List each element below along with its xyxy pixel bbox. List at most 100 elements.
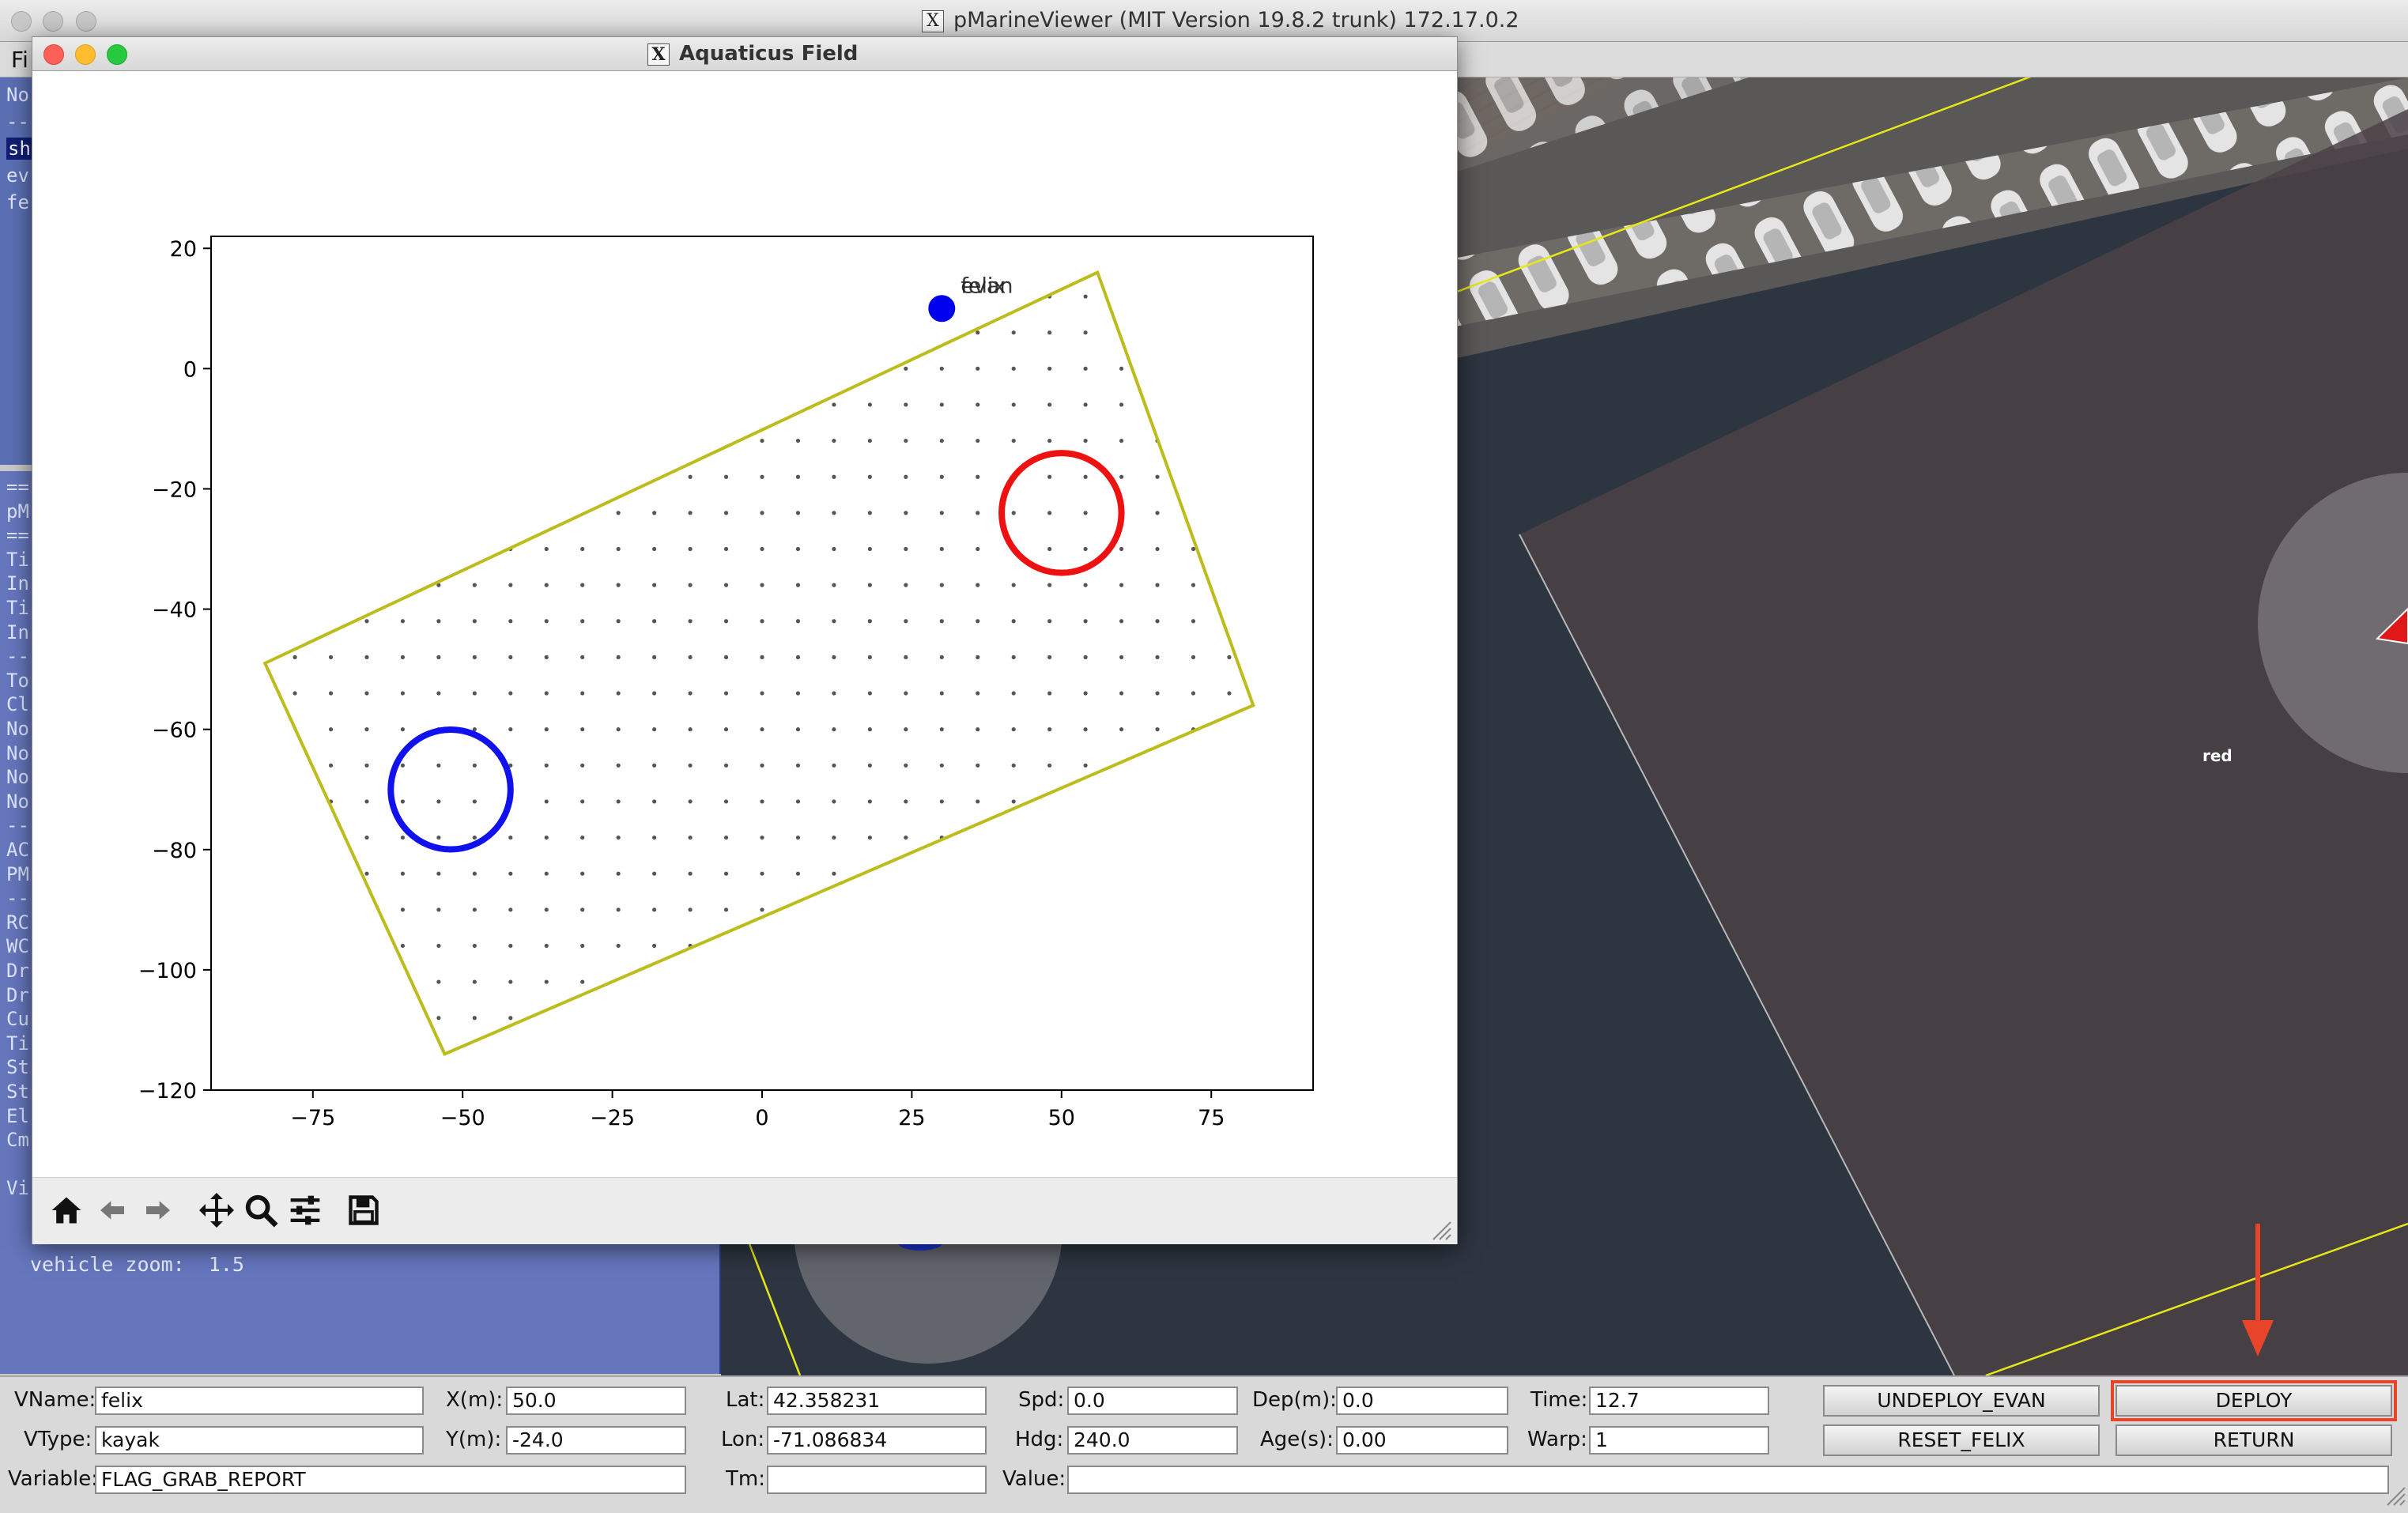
dep-field[interactable]: 0.0 — [1336, 1387, 1508, 1415]
lat-field[interactable]: 42.358231 — [767, 1387, 987, 1415]
x-tick-label: 50 — [1048, 1106, 1075, 1130]
grid-dot — [760, 799, 764, 804]
left-top-line[interactable]: No — [6, 84, 29, 106]
grid-dot — [1047, 655, 1052, 659]
grid-dot — [580, 655, 585, 659]
aquaticus-zoom-button[interactable] — [107, 44, 127, 65]
hdg-label: Hdg: — [1015, 1428, 1064, 1451]
hdg-field[interactable]: 240.0 — [1067, 1426, 1238, 1455]
window-resize-grip-icon[interactable] — [1432, 1221, 1452, 1241]
vtype-field[interactable]: kayak — [95, 1426, 424, 1455]
grid-dot — [1119, 474, 1124, 479]
zoom-icon[interactable] — [240, 1189, 282, 1232]
grid-dot — [1083, 583, 1088, 587]
grid-dot — [616, 511, 621, 515]
grid-dot — [544, 655, 549, 659]
grid-dot — [580, 619, 585, 624]
aquaticus-field-plot[interactable]: −75 −50 −25 0 25 50 75200−20−40−60−80−100−120f… — [32, 70, 1457, 1177]
save-icon[interactable] — [342, 1189, 385, 1232]
grid-dot — [400, 655, 406, 659]
grid-dot — [580, 943, 585, 949]
grid-dot — [867, 438, 872, 443]
grid-dot — [723, 799, 729, 804]
grid-dot — [580, 727, 585, 732]
lon-field[interactable]: -71.086834 — [767, 1426, 987, 1455]
close-window-button[interactable] — [11, 11, 32, 32]
grid-dot — [760, 907, 764, 912]
reset-felix-button[interactable]: RESET_FELIX — [1823, 1424, 2100, 1456]
grid-dot — [472, 943, 477, 949]
zoom-window-button[interactable] — [76, 11, 96, 32]
configure-icon[interactable] — [284, 1189, 326, 1232]
forward-arrow-icon[interactable] — [137, 1189, 179, 1232]
aquaticus-close-button[interactable] — [43, 44, 64, 65]
grid-dot — [508, 583, 513, 587]
grid-dot — [616, 727, 621, 732]
home-icon[interactable] — [45, 1189, 88, 1232]
grid-dot — [616, 835, 621, 840]
pan-icon[interactable] — [195, 1189, 238, 1232]
grid-dot — [508, 727, 513, 732]
grid-dot — [1083, 366, 1088, 371]
grid-dot — [723, 619, 729, 624]
y-tick-label: 0 — [183, 357, 197, 382]
value-field[interactable] — [1067, 1466, 2389, 1494]
x-field[interactable]: 50.0 — [506, 1387, 686, 1415]
aquaticus-minimize-button[interactable] — [75, 44, 96, 65]
aquaticus-field-window: X Aquaticus Field −75 −50 −25 0 25 50 75 20 0 −20 −… — [32, 36, 1458, 1244]
grid-dot — [1155, 474, 1160, 479]
grid-dot — [832, 583, 836, 587]
grid-dot — [939, 727, 944, 732]
tm-field[interactable] — [767, 1466, 987, 1494]
grid-dot — [436, 871, 441, 876]
time-field[interactable]: 12.7 — [1589, 1387, 1769, 1415]
grid-dot — [1083, 655, 1088, 659]
grid-dot — [544, 979, 549, 984]
grid-dot — [652, 871, 657, 876]
back-arrow-icon[interactable] — [91, 1189, 134, 1232]
vname-field[interactable]: felix — [95, 1387, 424, 1415]
grid-dot — [1011, 438, 1016, 443]
grid-dot — [544, 727, 549, 732]
left-bottom-line: No — [6, 718, 29, 740]
red-team-label: red — [2202, 746, 2232, 765]
main-resize-grip-icon[interactable] — [2386, 1486, 2406, 1507]
grid-dot — [436, 763, 441, 768]
grid-dot — [760, 511, 764, 515]
warp-field[interactable]: 1 — [1589, 1426, 1769, 1455]
left-top-line[interactable]: fe — [6, 191, 29, 213]
grid-dot — [976, 474, 980, 479]
deploy-button[interactable]: DEPLOY — [2111, 1380, 2397, 1421]
left-bottom-line: Dr — [6, 960, 29, 982]
grid-dot — [1011, 799, 1016, 804]
grid-dot — [1191, 655, 1196, 659]
x-tick-label: 0 — [755, 1106, 768, 1130]
grid-dot — [1011, 402, 1016, 407]
minimize-window-button[interactable] — [43, 11, 63, 32]
y-field[interactable]: -24.0 — [506, 1426, 686, 1455]
aquaticus-window-title: X Aquaticus Field — [647, 37, 858, 70]
grid-dot — [939, 366, 944, 371]
grid-dot — [904, 366, 908, 371]
grid-dot — [867, 619, 872, 624]
left-top-line[interactable]: -- — [6, 111, 29, 133]
grid-dot — [1119, 691, 1124, 696]
spd-field[interactable]: 0.0 — [1067, 1387, 1238, 1415]
grid-dot — [939, 655, 944, 659]
left-top-line[interactable]: sh — [6, 138, 32, 160]
grid-dot — [652, 907, 657, 912]
vname-label: VName: — [14, 1388, 96, 1412]
grid-dot — [1155, 619, 1160, 624]
grid-dot — [723, 474, 729, 479]
menu-file[interactable]: Fi — [11, 47, 28, 73]
variable-field[interactable]: FLAG_GRAB_REPORT — [95, 1466, 686, 1494]
grid-dot — [1011, 619, 1016, 624]
grid-dot — [723, 835, 729, 840]
age-field[interactable]: 0.00 — [1336, 1426, 1508, 1455]
return-button[interactable]: RETURN — [2115, 1424, 2392, 1456]
grid-dot — [723, 655, 729, 659]
grid-dot — [1047, 511, 1052, 515]
grid-dot — [688, 583, 693, 587]
left-top-line[interactable]: ev — [6, 164, 29, 187]
undeploy-evan-button[interactable]: UNDEPLOY_EVAN — [1823, 1385, 2100, 1417]
